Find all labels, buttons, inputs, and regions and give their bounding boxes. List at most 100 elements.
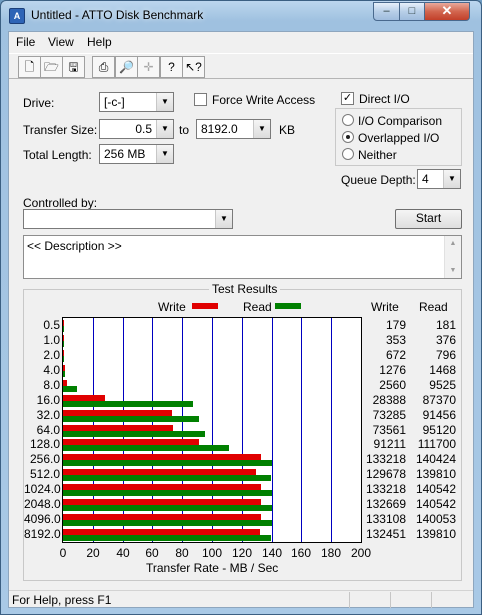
write-value: 2560 [379, 377, 406, 392]
help-icon[interactable]: ? [160, 56, 183, 78]
status-bar: For Help, press F1 [9, 590, 473, 608]
direct-io-checkbox[interactable]: ✓ [341, 92, 354, 105]
write-value: 179 [385, 318, 406, 332]
force-write-checkbox[interactable] [194, 93, 207, 106]
write-value: 133108 [365, 512, 406, 527]
read-value: 140542 [415, 482, 456, 497]
chevron-down-icon[interactable]: ▼ [156, 93, 173, 111]
menu-help[interactable]: Help [87, 35, 112, 49]
toolbar: 🗋 🗁 🖫 ⎙ 🔎 ✛ ? ↖? [9, 53, 473, 79]
force-write-label[interactable]: Force Write Access [212, 93, 315, 107]
transfer-size-from-select[interactable]: 0.5 ▼ [99, 119, 174, 139]
transfer-size-from-value: 0.5 [135, 122, 152, 136]
category-label: 16.0 [36, 392, 60, 407]
maximize-button[interactable]: □ [399, 2, 425, 21]
write-value: 1276 [379, 362, 406, 377]
transfer-size-to-select[interactable]: 8192.0 ▼ [196, 119, 271, 139]
description-scrollbar[interactable]: ▲ ▼ [444, 236, 461, 278]
read-column-header: Read [419, 300, 448, 314]
transfer-size-to-value: 8192.0 [201, 122, 238, 136]
menu-file[interactable]: File [16, 35, 35, 49]
write-legend-swatch [192, 303, 218, 309]
read-value: 181 [435, 318, 456, 332]
read-value: 91456 [422, 407, 456, 422]
chevron-down-icon[interactable]: ▼ [253, 120, 270, 138]
chevron-down-icon[interactable]: ▼ [215, 210, 232, 228]
io-comparison-radio[interactable] [342, 114, 354, 126]
controlled-by-select[interactable]: ▼ [23, 209, 233, 229]
read-value: 1468 [429, 362, 456, 377]
transfer-size-label: Transfer Size: [23, 123, 98, 137]
context-help-icon[interactable]: ↖? [182, 56, 205, 78]
read-value: 9525 [429, 377, 456, 392]
write-value: 132451 [365, 527, 406, 542]
menu-view[interactable]: View [48, 35, 74, 49]
x-tick-label: 60 [145, 546, 159, 560]
read-bar [63, 505, 273, 512]
x-axis-label: Transfer Rate - MB / Sec [146, 561, 279, 575]
controlled-by-label: Controlled by: [23, 196, 98, 210]
write-value: 353 [385, 332, 406, 347]
category-label: 2048.0 [24, 497, 61, 512]
category-label: 512.0 [29, 467, 60, 482]
read-bar [63, 385, 78, 392]
print-icon[interactable]: ⎙ [92, 56, 115, 78]
title-bar[interactable]: A Untitled - ATTO Disk Benchmark – □ ✕ [1, 1, 481, 31]
read-bar [63, 460, 273, 467]
atto-app-icon: A [9, 8, 25, 24]
chevron-down-icon[interactable]: ▼ [156, 145, 173, 163]
category-label: 0.5 [43, 318, 60, 332]
overlapped-io-radio[interactable] [342, 131, 354, 143]
x-tick-label: 100 [201, 546, 223, 560]
new-icon[interactable]: 🗋 [18, 56, 41, 78]
description-text: << Description >> [27, 239, 122, 253]
neither-label[interactable]: Neither [358, 148, 397, 162]
read-value: 140053 [415, 512, 456, 527]
print-preview-icon[interactable]: 🔎 [115, 56, 138, 78]
open-icon[interactable]: 🗁 [40, 56, 63, 78]
client-area: File View Help 🗋 🗁 🖫 ⎙ 🔎 ✛ ? ↖? Drive: [… [8, 31, 474, 608]
read-bar [63, 445, 230, 452]
close-button[interactable]: ✕ [424, 2, 470, 21]
category-label: 128.0 [29, 437, 60, 452]
x-tick-label: 160 [290, 546, 312, 560]
chevron-down-icon[interactable]: ▼ [443, 170, 460, 188]
start-button[interactable]: Start [395, 209, 462, 229]
neither-radio[interactable] [342, 148, 354, 160]
scroll-down-icon[interactable]: ▼ [445, 263, 461, 278]
direct-io-label[interactable]: Direct I/O [359, 92, 410, 106]
queue-depth-select[interactable]: 4 ▼ [417, 169, 461, 189]
test-results-group: Test Results Write Read Write Read 0.5 1.… [23, 282, 462, 581]
write-value: 91211 [373, 437, 406, 452]
category-label: 2.0 [43, 347, 60, 362]
save-icon[interactable]: 🖫 [62, 56, 85, 78]
write-value: 133218 [365, 452, 406, 467]
menu-bar: File View Help [9, 32, 473, 52]
read-bar [63, 370, 66, 377]
minimize-button[interactable]: – [373, 2, 400, 21]
scroll-up-icon[interactable]: ▲ [445, 236, 461, 251]
read-bar [63, 535, 272, 542]
read-value: 376 [435, 332, 456, 347]
chevron-down-icon[interactable]: ▼ [156, 120, 173, 138]
queue-depth-value: 4 [422, 172, 429, 186]
overlapped-io-label[interactable]: Overlapped I/O [358, 131, 439, 145]
read-value: 140542 [415, 497, 456, 512]
x-tick-label: 140 [261, 546, 283, 560]
total-length-label: Total Length: [23, 148, 92, 162]
description-box[interactable]: << Description >> ▲ ▼ [23, 235, 462, 279]
drive-value: [-c-] [104, 95, 125, 109]
read-bar [63, 475, 272, 482]
write-legend-label: Write [158, 300, 186, 314]
read-value: 87370 [422, 392, 456, 407]
write-value: 672 [385, 347, 406, 362]
total-length-select[interactable]: 256 MB ▼ [99, 144, 174, 164]
x-tick-label: 0 [59, 546, 67, 560]
move-icon[interactable]: ✛ [137, 56, 160, 78]
grid-line [301, 318, 302, 542]
drive-select[interactable]: [-c-] ▼ [99, 92, 174, 112]
x-tick-label: 200 [350, 546, 372, 560]
read-bar [63, 430, 205, 437]
io-comparison-label[interactable]: I/O Comparison [358, 114, 442, 128]
category-label: 8.0 [43, 377, 60, 392]
